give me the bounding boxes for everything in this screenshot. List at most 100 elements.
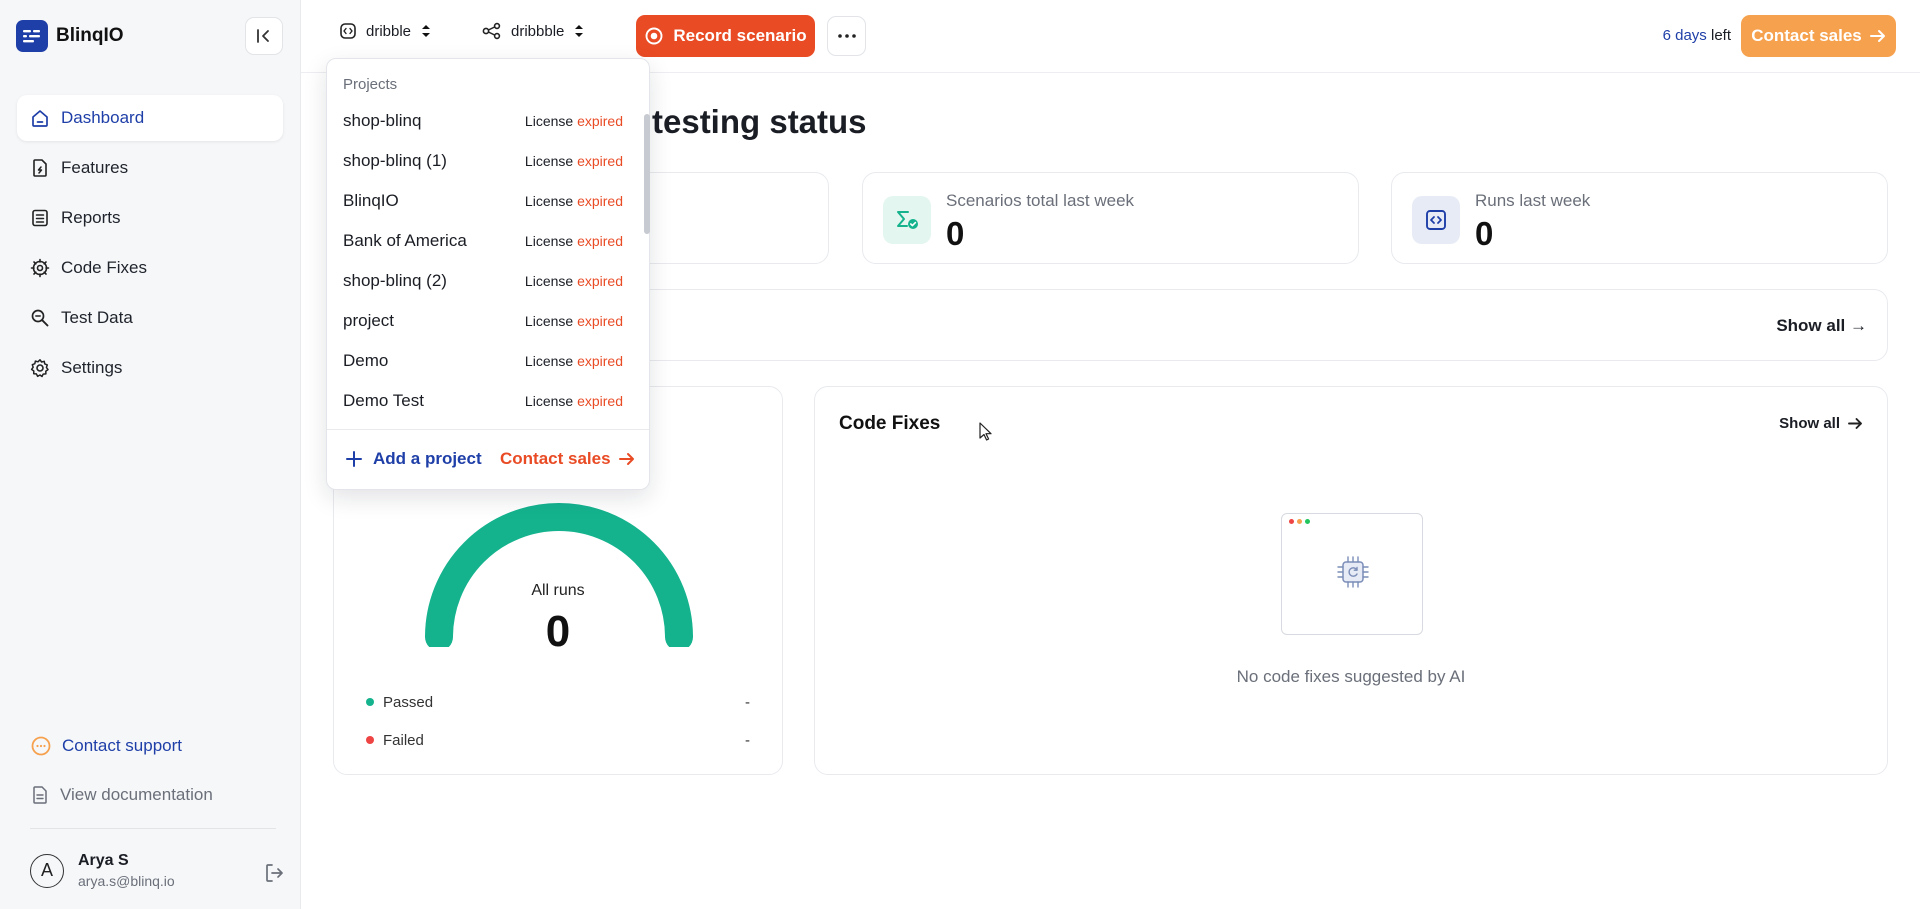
arrow-right-icon [618, 453, 634, 465]
sidebar-item-label: Reports [61, 208, 121, 227]
license-word: License [524, 113, 578, 129]
trial-days-value: 6 days [1662, 27, 1707, 44]
logout-icon [266, 864, 283, 882]
failed-dot [366, 736, 374, 744]
project-item[interactable]: Bank of America License expired [343, 221, 623, 261]
contact-sales-label: Contact sales [500, 449, 611, 468]
project-item[interactable]: shop-blinq License expired [343, 101, 623, 141]
expired-word: expired [577, 313, 623, 329]
sidebar-item-reports[interactable]: Reports [17, 195, 283, 241]
license-status: License expired [525, 393, 623, 409]
user-profile[interactable]: A Arya S arya.s@blinq.io [30, 852, 175, 889]
contact-support-link[interactable]: Contact support [30, 726, 276, 766]
sidebar-item-code-fixes[interactable]: Code Fixes [17, 245, 283, 291]
legend-label: Passed [383, 693, 434, 711]
expired-word: expired [577, 233, 623, 249]
gauge-value: 0 [545, 607, 571, 656]
project-selector[interactable]: dribble [339, 22, 432, 40]
sidebar: BlinqIO Dashboard Features Reports Code … [0, 0, 301, 909]
list-report-icon [32, 209, 48, 227]
license-word: License [524, 313, 578, 329]
ai-chip-icon [1337, 556, 1369, 588]
collapse-sidebar-button[interactable] [245, 17, 283, 55]
branch-selector-label: dribbble [511, 22, 565, 40]
gear-code-icon [30, 258, 50, 278]
project-item[interactable]: Demo License expired [343, 341, 623, 381]
user-email: arya.s@blinq.io [78, 873, 175, 889]
sidebar-item-label: Settings [61, 358, 123, 377]
branch-nodes-icon [482, 22, 501, 40]
sidebar-item-dashboard[interactable]: Dashboard [17, 95, 283, 141]
license-status: License expired [525, 313, 623, 329]
stat-label: Runs last week [1475, 191, 1591, 210]
record-scenario-button[interactable]: Record scenario [636, 15, 815, 57]
app-name: BlinqIO [56, 25, 124, 46]
gear-icon [30, 359, 49, 378]
dropdown-scrollbar[interactable] [644, 114, 650, 234]
chat-bubble-icon [31, 736, 51, 756]
sidebar-item-features[interactable]: Features [17, 145, 283, 191]
arrow-right-icon [1869, 30, 1885, 42]
stat-value: 0 [1475, 215, 1494, 252]
home-icon [32, 110, 48, 127]
projects-list: shop-blinq License expired shop-blinq (1)… [343, 101, 623, 421]
license-status: License expired [525, 353, 623, 369]
sidebar-item-label: Code Fixes [61, 258, 147, 277]
empty-state-illustration [1281, 513, 1423, 635]
scenario-check-icon [883, 196, 931, 244]
project-item[interactable]: Demo Test License expired [343, 381, 623, 421]
code-fixes-card: Code Fixes Show all No code fixes sugges… [814, 386, 1888, 775]
project-name: shop-blinq (2) [343, 271, 447, 290]
collapse-left-icon [257, 29, 269, 43]
search-data-icon [31, 309, 49, 327]
empty-state-text: No code fixes suggested by AI [1236, 667, 1466, 686]
document-icon [33, 786, 47, 804]
project-item[interactable]: project License expired [343, 301, 623, 341]
project-name: BlinqIO [343, 191, 399, 210]
project-name: shop-blinq [343, 111, 422, 130]
branch-selector[interactable]: dribbble [482, 22, 585, 40]
feature-file-icon [33, 159, 47, 177]
code-fixes-show-all[interactable]: Show all [1779, 415, 1863, 432]
plus-icon [346, 451, 362, 467]
page-title-text: testing status [652, 103, 867, 140]
contact-sales-button[interactable]: Contact sales [1741, 15, 1896, 57]
sidebar-item-settings[interactable]: Settings [17, 345, 283, 391]
more-options-button[interactable] [827, 16, 866, 56]
project-item[interactable]: shop-blinq (1) License expired [343, 141, 623, 181]
project-item[interactable]: shop-blinq (2) License expired [343, 261, 623, 301]
project-icon [340, 23, 356, 39]
sidebar-item-test-data[interactable]: Test Data [17, 295, 283, 341]
stat-card-runs: Runs last week 0 [1391, 172, 1888, 264]
code-runs-icon [1412, 196, 1460, 244]
project-selector-label: dribble [366, 22, 412, 40]
legend-value: - [745, 731, 750, 749]
dropdown-heading: Projects [343, 76, 398, 93]
record-icon [645, 27, 663, 45]
user-name: Arya S [78, 852, 129, 869]
license-status: License expired [525, 153, 623, 169]
gauge-label: All runs [531, 582, 585, 599]
license-status: License expired [525, 113, 623, 129]
project-name: project [343, 311, 395, 330]
sidebar-item-label: Features [61, 158, 129, 177]
dropdown-contact-sales-link[interactable]: Contact sales [500, 449, 635, 469]
project-name: Bank of America [343, 231, 467, 250]
project-item[interactable]: BlinqIO License expired [343, 181, 623, 221]
license-status: License expired [525, 233, 623, 249]
project-name: shop-blinq (1) [343, 151, 447, 170]
logout-button[interactable] [263, 862, 285, 884]
stat-label: Scenarios total last week [946, 191, 1135, 210]
add-project-button[interactable]: Add a project [345, 449, 482, 469]
stat-card-scenarios: Scenarios total last week 0 [862, 172, 1359, 264]
view-documentation-link[interactable]: View documentation [30, 775, 276, 815]
sidebar-nav: Dashboard Features Reports Code Fixes Te… [17, 95, 283, 395]
record-scenario-label: Record scenario [673, 26, 807, 45]
mouse-cursor-icon [979, 422, 992, 441]
legend-failed: Failed - [366, 729, 750, 751]
license-word: License [524, 233, 578, 249]
show-all-link[interactable]: Show all → [1776, 316, 1867, 336]
app-logo[interactable]: BlinqIO [16, 20, 124, 52]
show-all-label: Show all [1779, 415, 1840, 432]
contact-support-label: Contact support [62, 736, 183, 755]
